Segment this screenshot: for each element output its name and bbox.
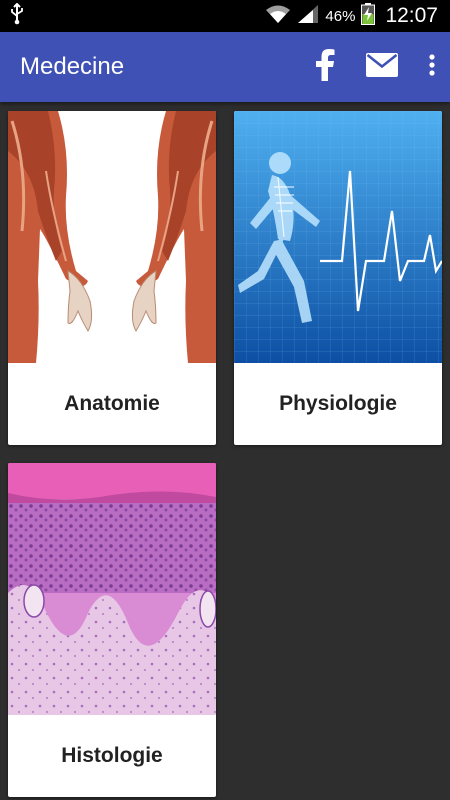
card-histologie[interactable]: Histologie <box>8 463 216 797</box>
signal-icon <box>297 4 319 29</box>
anatomy-muscles-image <box>8 111 216 363</box>
status-left <box>10 2 24 30</box>
app-title: Medecine <box>20 53 125 80</box>
card-label: Histologie <box>61 744 163 767</box>
battery-charging-icon <box>361 2 376 30</box>
histology-tissue-image <box>8 463 216 715</box>
mail-button[interactable] <box>364 47 400 87</box>
app-bar: Medecine <box>0 32 450 102</box>
card-physiologie[interactable]: Physiologie <box>234 111 442 445</box>
category-grid: Anatomie Physiologie Histologie <box>8 111 442 800</box>
status-time: 12:07 <box>385 4 438 27</box>
overflow-menu-icon <box>429 53 435 81</box>
physiology-runner-xray-image <box>234 111 442 363</box>
mail-icon <box>366 52 398 82</box>
status-right: 46% 12:07 <box>265 2 438 30</box>
usb-icon <box>10 2 24 30</box>
facebook-icon <box>315 48 335 86</box>
card-label: Anatomie <box>64 392 160 415</box>
facebook-button[interactable] <box>310 47 340 87</box>
battery-percent: 46% <box>325 7 356 25</box>
wifi-icon <box>265 4 291 29</box>
card-anatomie[interactable]: Anatomie <box>8 111 216 445</box>
overflow-menu-button[interactable] <box>420 47 444 87</box>
app-actions <box>310 47 450 87</box>
status-bar: 46% 12:07 <box>0 0 450 32</box>
card-label: Physiologie <box>279 392 397 415</box>
